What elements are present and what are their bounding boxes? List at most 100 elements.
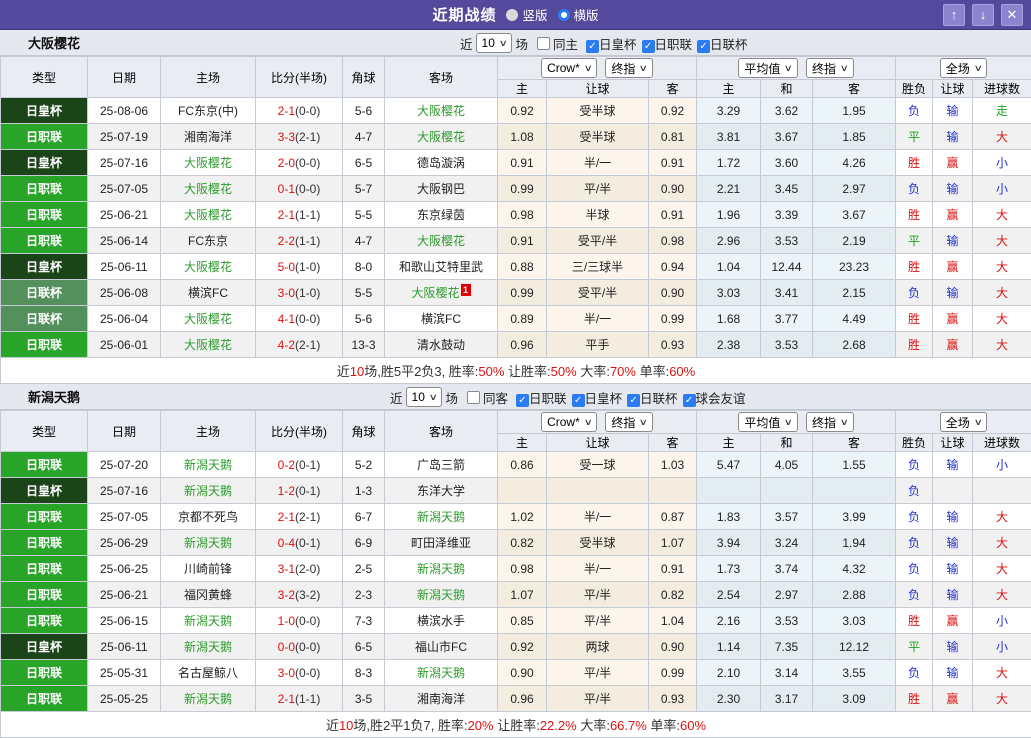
fulltime-score: 3-0 [278, 286, 295, 300]
handicap-cell: 半/一 [547, 556, 649, 582]
league-type-cell: 日职联 [1, 660, 88, 686]
section-header: 大阪樱花 近 10∨ 场 同主 ✓日皇杯✓日职联✓日联杯 [0, 30, 1031, 56]
halftime-score: (0-0) [295, 312, 320, 326]
close-button[interactable]: ✕ [1001, 4, 1023, 26]
bookmaker-select[interactable]: Crow*∨ [541, 412, 597, 432]
final-odds-select[interactable]: 终指∨ [605, 412, 653, 432]
home-team-cell: 大阪樱花 [161, 306, 256, 332]
away-team-cell: 新潟天鹅 [385, 556, 498, 582]
league-checkbox[interactable]: ✓ [627, 394, 640, 407]
fulltime-score: 1-0 [278, 614, 295, 628]
same-venue-checkbox[interactable] [467, 391, 480, 404]
halftime-score: (2-1) [295, 338, 320, 352]
avg-away-odds-cell: 1.55 [813, 452, 896, 478]
fulltime-select[interactable]: 全场∨ [940, 412, 988, 432]
avg-draw-odds-cell: 3.57 [761, 504, 813, 530]
league-checkbox[interactable]: ✓ [642, 40, 655, 53]
league-checkbox[interactable]: ✓ [697, 40, 710, 53]
table-row: 日皇杯 25-06-11 大阪樱花 5-0(1-0) 8-0 和歌山艾特里武 0… [1, 254, 1031, 280]
fulltime-score: 4-2 [278, 338, 295, 352]
match-count-select[interactable]: 10∨ [476, 33, 513, 53]
summary-stat-label: 单率: [636, 364, 669, 379]
away-odds-cell: 0.90 [649, 176, 697, 202]
result-cell: 胜 [896, 306, 933, 332]
move-down-button[interactable]: ↓ [972, 4, 994, 26]
fulltime-score: 2-1 [278, 104, 295, 118]
league-checkbox[interactable]: ✓ [516, 394, 529, 407]
halftime-score: (1-0) [295, 260, 320, 274]
date-cell: 25-07-16 [88, 478, 161, 504]
same-venue-checkbox[interactable] [537, 37, 550, 50]
final-odds-select-2[interactable]: 终指∨ [806, 58, 854, 78]
layout-radio-vertical[interactable]: 竖版 [506, 5, 547, 24]
away-team-name: 横滨水手 [417, 614, 465, 628]
league-type-cell: 日职联 [1, 608, 88, 634]
handicap-result-cell: 赢 [933, 608, 973, 634]
league-checkbox[interactable]: ✓ [572, 394, 585, 407]
radio-horizontal-label: 横版 [574, 5, 599, 24]
league-type-cell: 日职联 [1, 504, 88, 530]
handicap-result-cell: 输 [933, 530, 973, 556]
away-odds-cell [649, 478, 697, 504]
fulltime-score: 2-0 [278, 156, 295, 170]
col-home: 主场 [161, 57, 256, 98]
halftime-score: (2-0) [295, 562, 320, 576]
average-select[interactable]: 平均值∨ [738, 58, 798, 78]
fulltime-select[interactable]: 全场∨ [940, 58, 988, 78]
league-type-cell: 日职联 [1, 228, 88, 254]
arrow-up-icon: ↑ [951, 7, 958, 22]
table-row: 日职联 25-06-21 大阪樱花 2-1(1-1) 5-5 东京绿茵 0.98… [1, 202, 1031, 228]
avg-home-odds-cell: 1.83 [697, 504, 761, 530]
summary-stat-label: 大率: [577, 718, 610, 733]
layout-radio-horizontal[interactable]: 横版 [558, 5, 599, 24]
score-cell: 1-0(0-0) [256, 608, 343, 634]
handicap-cell: 受平/半 [547, 280, 649, 306]
away-team-name: 新潟天鹅 [417, 588, 465, 602]
away-odds-cell: 0.91 [649, 202, 697, 228]
home-odds-cell: 0.99 [498, 280, 547, 306]
home-odds-cell: 0.98 [498, 556, 547, 582]
avg-away-odds-cell: 3.09 [813, 686, 896, 712]
date-cell: 25-06-11 [88, 254, 161, 280]
league-checkbox[interactable]: ✓ [683, 394, 696, 407]
summary-stat-value: 70% [610, 364, 636, 379]
col-away: 客场 [385, 57, 498, 98]
halftime-score: (0-0) [295, 104, 320, 118]
chevron-down-icon: ∨ [583, 63, 592, 74]
col-corner: 角球 [343, 57, 385, 98]
goals-result-cell: 大 [973, 686, 1031, 712]
final-odds-select[interactable]: 终指∨ [605, 58, 653, 78]
match-count-select[interactable]: 10∨ [406, 387, 443, 407]
team-name: 新潟天鹅 [0, 387, 80, 406]
score-cell: 1-2(0-1) [256, 478, 343, 504]
avg-home-odds-cell: 2.10 [697, 660, 761, 686]
radio-vertical-label: 竖版 [522, 5, 547, 24]
away-team-cell: 新潟天鹅 [385, 660, 498, 686]
halftime-score: (2-1) [295, 510, 320, 524]
score-cell: 0-2(0-1) [256, 452, 343, 478]
chevron-down-icon: ∨ [429, 392, 438, 403]
handicap-result-cell: 输 [933, 504, 973, 530]
final-odds-select-2-value: 终指 [812, 60, 836, 77]
average-select-value: 平均值 [744, 414, 780, 431]
summary-stat-label: 场,胜2平1负7, 胜率: [353, 718, 467, 733]
average-select[interactable]: 平均值∨ [738, 412, 798, 432]
bookmaker-select[interactable]: Crow*∨ [541, 58, 597, 78]
goals-result-cell: 走 [973, 98, 1031, 124]
average-select-group: 平均值∨ 终指∨ [697, 57, 896, 80]
date-cell: 25-06-15 [88, 608, 161, 634]
radio-on-icon[interactable] [558, 9, 570, 21]
away-odds-cell: 1.03 [649, 452, 697, 478]
move-up-button[interactable]: ↑ [943, 4, 965, 26]
col-home: 主场 [161, 411, 256, 452]
final-odds-select-2[interactable]: 终指∨ [806, 412, 854, 432]
avg-away-odds-cell: 3.03 [813, 608, 896, 634]
avg-away-odds-cell: 2.88 [813, 582, 896, 608]
goals-result-cell: 小 [973, 634, 1031, 660]
radio-off-icon[interactable] [506, 9, 518, 21]
league-checkbox[interactable]: ✓ [586, 40, 599, 53]
table-row: 日职联 25-06-29 新潟天鹅 0-4(0-1) 6-9 町田泽维亚 0.8… [1, 530, 1031, 556]
col-result: 胜负 [896, 80, 933, 98]
filter-bar: 近 10∨ 场 同主 ✓日皇杯✓日职联✓日联杯 [460, 30, 748, 56]
goals-result-cell: 大 [973, 254, 1031, 280]
